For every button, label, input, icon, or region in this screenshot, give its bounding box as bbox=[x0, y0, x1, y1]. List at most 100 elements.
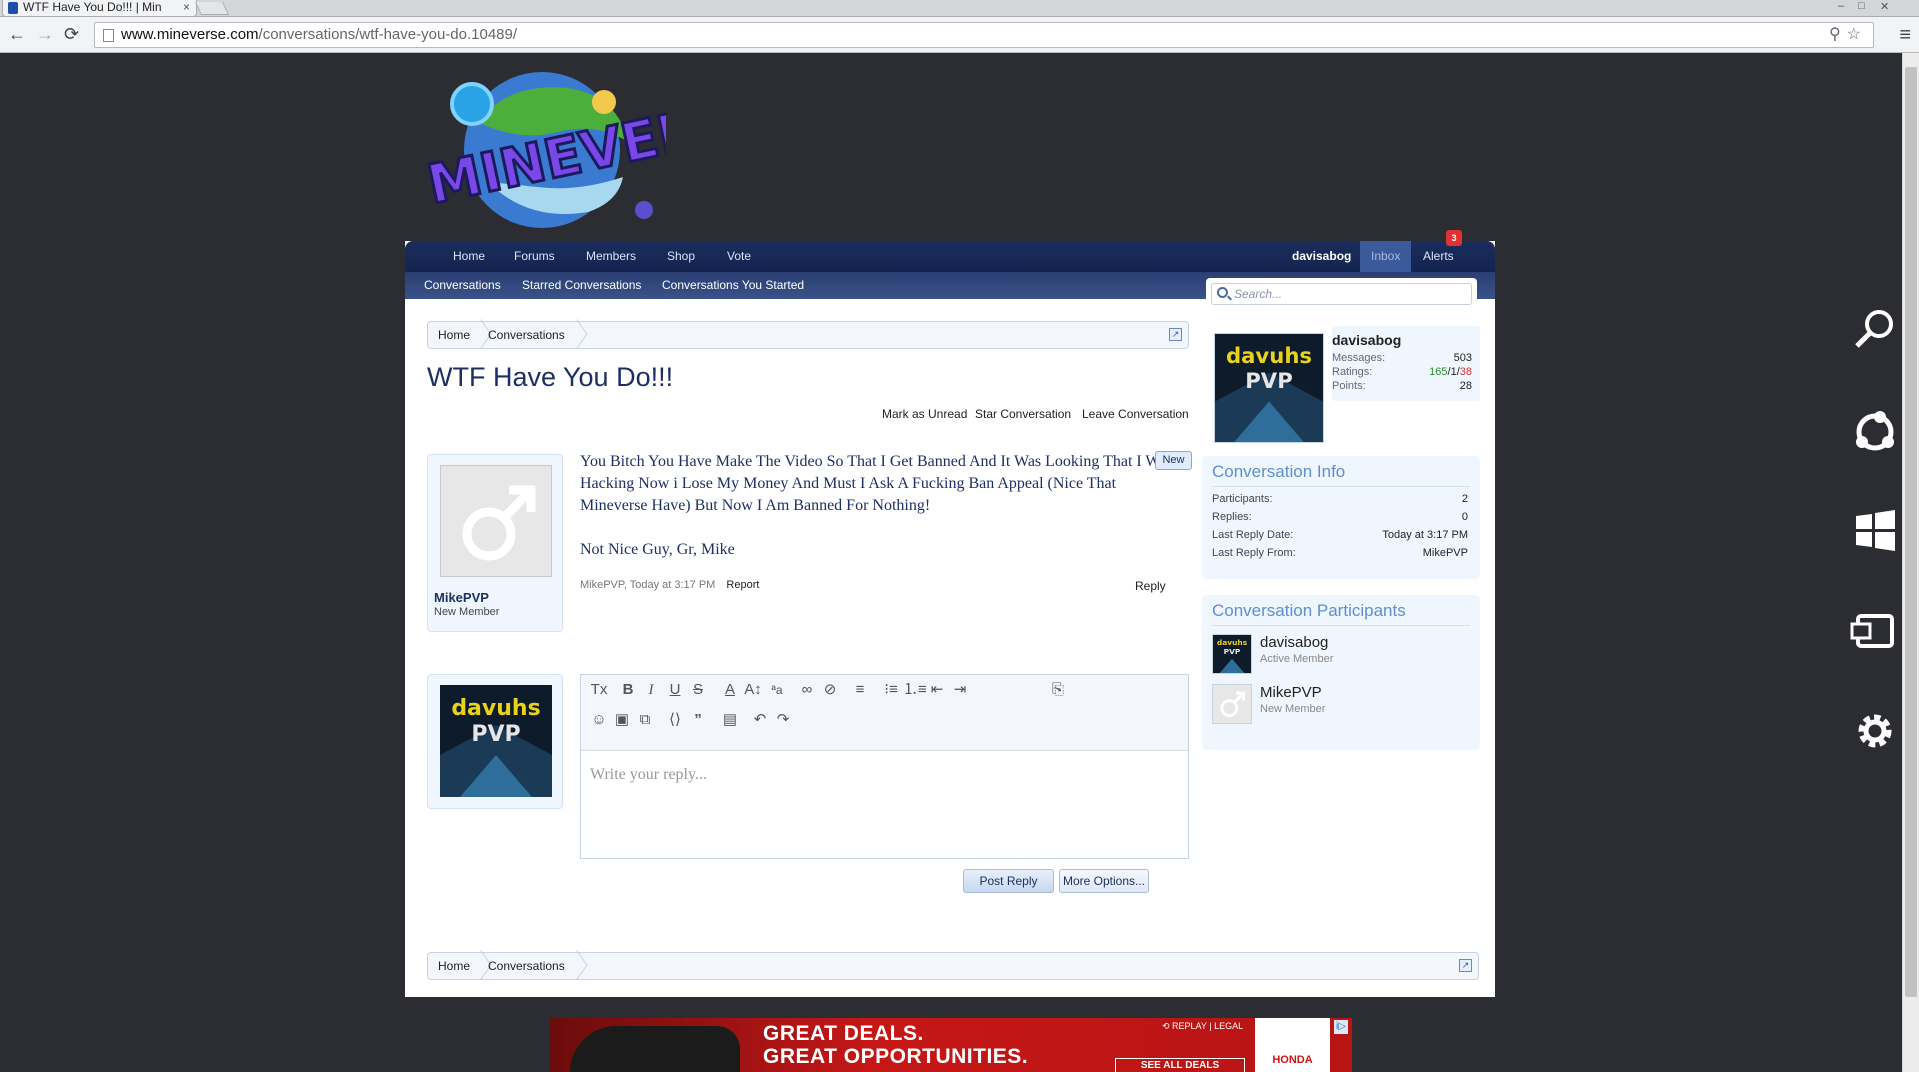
see-all-deals-button[interactable]: SEE ALL DEALS bbox=[1115, 1058, 1245, 1072]
subnav-starred[interactable]: Starred Conversations bbox=[522, 272, 641, 299]
font-size-icon[interactable]: A↕ bbox=[742, 680, 764, 700]
address-bar: ← → ⟳ www.mineverse.com/conversations/wt… bbox=[0, 17, 1919, 53]
participant-avatar-default-male-icon[interactable] bbox=[1212, 684, 1252, 724]
reload-icon[interactable]: ⟳ bbox=[64, 25, 79, 43]
breadcrumb-home[interactable]: Home bbox=[438, 322, 470, 348]
info-label: Participants: bbox=[1212, 493, 1273, 505]
redo-icon[interactable]: ↷ bbox=[772, 710, 794, 730]
tab-close-icon[interactable]: × bbox=[183, 0, 190, 15]
participant-avatar[interactable]: davuhs PVP bbox=[1212, 634, 1252, 674]
message-author[interactable]: MikePVP bbox=[434, 590, 489, 605]
reply-user-info: davuhs PVP bbox=[427, 674, 563, 809]
jump-to-icon[interactable]: ↗ bbox=[1459, 959, 1472, 972]
font-family-icon[interactable]: ªa bbox=[766, 680, 788, 700]
font-color-icon[interactable]: A bbox=[719, 680, 741, 700]
bold-icon[interactable]: B bbox=[617, 680, 639, 700]
points-value: 28 bbox=[1459, 380, 1472, 392]
underline-icon[interactable]: U bbox=[664, 680, 686, 700]
reply-textarea[interactable]: Write your reply... bbox=[590, 766, 707, 784]
nav-forums[interactable]: Forums bbox=[514, 241, 555, 272]
nav-vote[interactable]: Vote bbox=[727, 241, 751, 272]
browser-menu-icon[interactable]: ≡ bbox=[1899, 24, 1911, 47]
ad-info-icon[interactable]: i▷ bbox=[1334, 1020, 1348, 1034]
unlink-icon[interactable]: ⊘ bbox=[819, 680, 841, 700]
points-label: Points: bbox=[1332, 380, 1366, 392]
svg-text:davuhs: davuhs bbox=[451, 696, 540, 721]
info-row: Replies: 0 bbox=[1202, 511, 1480, 529]
subnav-conversations[interactable]: Conversations bbox=[424, 272, 501, 299]
star-conversation-link[interactable]: Star Conversation bbox=[975, 407, 1071, 421]
info-label: Last Reply Date: bbox=[1212, 529, 1294, 541]
participant-name[interactable]: MikePVP bbox=[1260, 684, 1322, 701]
new-tab-button[interactable] bbox=[194, 2, 230, 15]
message-paragraph: Not Nice Guy, Gr, Mike bbox=[580, 541, 735, 558]
zoom-bookmark-icons[interactable]: ⚲☆ bbox=[1829, 23, 1867, 47]
code-icon[interactable]: ⟨⟩ bbox=[664, 710, 686, 730]
media-icon[interactable]: ⧉ bbox=[634, 710, 656, 730]
ratings-negative: 38 bbox=[1459, 366, 1472, 378]
back-icon[interactable]: ← bbox=[8, 25, 26, 43]
breadcrumb-conversations[interactable]: Conversations bbox=[488, 953, 565, 979]
advertisement-banner[interactable]: GREAT DEALS. GREAT OPPORTUNITIES. ⟲ REPLA… bbox=[550, 1018, 1352, 1072]
charm-search-icon[interactable] bbox=[1850, 305, 1900, 364]
svg-text:PVP: PVP bbox=[1245, 369, 1293, 394]
charm-settings-gear-icon[interactable] bbox=[1850, 706, 1900, 765]
align-icon[interactable]: ≡ bbox=[849, 680, 871, 700]
remove-format-icon[interactable]: Tx bbox=[588, 680, 610, 700]
maximize-icon[interactable]: □ bbox=[1858, 0, 1865, 12]
save-draft-icon[interactable]: ▤ bbox=[719, 710, 741, 730]
profile-name[interactable]: davisabog bbox=[1332, 332, 1401, 348]
minimize-icon[interactable]: – bbox=[1838, 0, 1844, 12]
charm-share-icon[interactable] bbox=[1850, 407, 1900, 466]
participants-heading: Conversation Participants bbox=[1212, 601, 1406, 620]
url-input[interactable]: www.mineverse.com/conversations/wtf-have… bbox=[94, 22, 1874, 48]
ad-headline-line: GREAT OPPORTUNITIES. bbox=[763, 1045, 1029, 1068]
jump-to-icon[interactable]: ↗ bbox=[1169, 328, 1182, 341]
forward-icon[interactable]: → bbox=[36, 25, 54, 43]
svg-text:davuhs: davuhs bbox=[1217, 638, 1248, 647]
sidebar-avatar[interactable]: davuhs PVP bbox=[1214, 333, 1324, 443]
nav-user[interactable]: davisabog bbox=[1292, 241, 1351, 272]
browser-tab[interactable]: WTF Have You Do!!! | Min × bbox=[2, 0, 197, 17]
italic-icon[interactable]: I bbox=[640, 680, 662, 700]
search-input[interactable]: Search... bbox=[1211, 283, 1472, 305]
indent-icon[interactable]: ⇥ bbox=[949, 680, 971, 700]
mark-unread-link[interactable]: Mark as Unread bbox=[882, 407, 967, 421]
charm-start-icon[interactable] bbox=[1850, 506, 1900, 565]
breadcrumb-separator bbox=[472, 953, 486, 979]
outdent-icon[interactable]: ⇤ bbox=[926, 680, 948, 700]
subnav-started[interactable]: Conversations You Started bbox=[662, 272, 804, 299]
default-male-avatar[interactable] bbox=[440, 465, 552, 577]
report-link[interactable]: Report bbox=[726, 579, 759, 591]
participant-name[interactable]: davisabog bbox=[1260, 634, 1328, 651]
post-reply-button[interactable]: Post Reply bbox=[963, 869, 1054, 893]
charm-devices-icon[interactable] bbox=[1850, 606, 1900, 665]
close-window-icon[interactable]: ✕ bbox=[1880, 0, 1889, 13]
message-author-date[interactable]: MikePVP, Today at 3:17 PM bbox=[580, 579, 715, 591]
bullet-list-icon[interactable]: ⁝≡ bbox=[880, 680, 902, 700]
strikethrough-icon[interactable]: S bbox=[687, 680, 709, 700]
info-value[interactable]: MikePVP bbox=[1423, 547, 1468, 559]
mineverse-logo[interactable]: MINEVERSE bbox=[418, 62, 781, 240]
nav-shop[interactable]: Shop bbox=[667, 241, 695, 272]
image-icon[interactable]: ▣ bbox=[611, 710, 633, 730]
leave-conversation-link[interactable]: Leave Conversation bbox=[1082, 407, 1189, 421]
more-options-button[interactable]: More Options... bbox=[1059, 869, 1149, 893]
breadcrumb-home[interactable]: Home bbox=[438, 953, 470, 979]
link-icon[interactable]: ∞ bbox=[796, 680, 818, 700]
page-scrollbar[interactable] bbox=[1902, 53, 1919, 1072]
scrollbar-thumb[interactable] bbox=[1905, 67, 1917, 997]
undo-icon[interactable]: ↶ bbox=[749, 710, 771, 730]
nav-home[interactable]: Home bbox=[453, 241, 485, 272]
reply-link[interactable]: Reply bbox=[1135, 579, 1166, 593]
quote-icon[interactable]: ” bbox=[687, 710, 709, 730]
numbered-list-icon[interactable]: ⒈≡ bbox=[903, 680, 927, 700]
nav-members[interactable]: Members bbox=[586, 241, 636, 272]
svg-text:PVP: PVP bbox=[471, 722, 520, 747]
ad-replay-legal[interactable]: ⟲ REPLAY | LEGAL bbox=[1162, 1021, 1243, 1032]
nav-inbox[interactable]: Inbox bbox=[1360, 241, 1412, 272]
conversation-info-heading: Conversation Info bbox=[1212, 462, 1346, 481]
toggle-bbcode-icon[interactable]: ⎘ bbox=[1047, 680, 1069, 700]
breadcrumb-conversations[interactable]: Conversations bbox=[488, 322, 565, 348]
smilies-icon[interactable]: ☺ bbox=[588, 710, 610, 730]
